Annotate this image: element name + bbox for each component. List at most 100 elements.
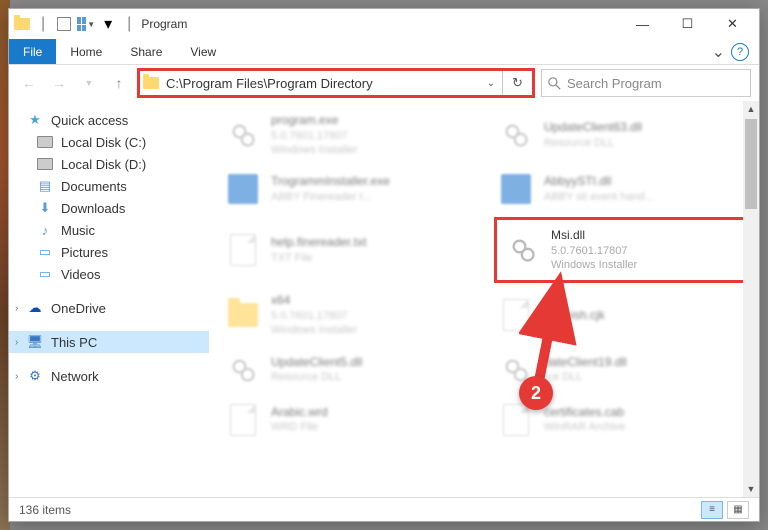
ribbon: File Home Share View ⌄ ? [9,39,759,65]
file-item[interactable]: Arabic.wrd WRD File [221,398,474,442]
forward-button[interactable]: → [47,71,71,95]
scroll-thumb[interactable] [745,119,757,209]
tab-file[interactable]: File [9,39,56,64]
address-dropdown-icon[interactable]: ⌄ [480,78,502,89]
pictures-icon: ▭ [37,244,53,260]
help-icon[interactable]: ? [731,43,749,61]
nav-quick-access[interactable]: ★ Quick access [9,109,209,131]
view-grid-icon[interactable]: ▼ [77,15,95,33]
file-name: Arabic.wrd [271,405,328,421]
tab-home[interactable]: Home [56,39,116,64]
nav-documents[interactable]: ▤Documents [9,175,209,197]
qa-dropdown-icon[interactable]: ▾ [99,15,117,33]
folder-icon [13,15,31,33]
file-subtitle: ABBY Finereader t... [271,190,390,204]
maximize-button[interactable]: ☐ [665,9,710,39]
file-subtitle: 5.0.7601.17807 [271,129,357,143]
refresh-button[interactable]: ↻ [502,71,532,95]
annotation-arrow-2 [519,271,579,391]
tab-share[interactable]: Share [116,39,176,64]
file-name: program.exe [271,113,357,129]
address-path[interactable]: C:\Program Files\Program Directory [162,76,480,91]
music-icon: ♪ [37,222,53,238]
file-subtitle: WRD File [271,420,328,434]
file-subtitle: 5.0.7601.17807 [271,309,357,323]
file-list[interactable]: program.exe 5.0.7601.17807 Windows Insta… [209,101,759,497]
doc-icon [225,402,261,438]
recent-dropdown[interactable]: ▼ [77,71,101,95]
file-item[interactable]: x64 5.0.7601.17807 Windows Installer [221,289,474,341]
file-item[interactable]: help.finereader.txt TXT File [221,217,474,283]
scroll-down-button[interactable]: ▼ [743,481,759,497]
disk-icon [37,156,53,172]
star-icon: ★ [27,112,43,128]
search-input[interactable]: Search Program [541,69,751,97]
file-name: TrogrammInstaller.exe [271,174,390,190]
back-button[interactable]: ← [17,71,41,95]
onedrive-icon: ☁ [27,300,43,316]
callout-badge-2: 2 [519,376,553,410]
nav-videos[interactable]: ▭Videos [9,263,209,285]
checkbox-icon[interactable] [55,15,73,33]
nav-row: ← → ▼ ↑ C:\Program Files\Program Directo… [9,65,759,101]
gear-icon [498,117,534,153]
tab-view[interactable]: View [176,39,230,64]
network-icon: ⚙ [27,368,43,384]
gear-icon [505,232,541,268]
file-name: help.finereader.txt [271,235,366,251]
file-name: Msi.dll [551,228,637,244]
file-name: certificates.cab [544,405,625,421]
chevron-right-icon: › [15,337,18,348]
item-count: 136 items [19,503,71,517]
file-name: AbbyySTI.dll [544,174,654,190]
nav-local-disk-c[interactable]: Local Disk (C:) [9,131,209,153]
file-subtitle: Windows Installer [271,143,357,157]
window-title: Program [141,17,187,31]
box-icon [498,171,534,207]
ribbon-expand-button[interactable]: ⌄ ? [702,39,759,64]
file-subtitle: Resource DLL [271,370,362,384]
file-subtitle: TXT File [271,251,366,265]
titlebar: | ▼ ▾ | Program — ☐ ✕ [9,9,759,39]
nav-this-pc[interactable]: ›🖥This PC [9,331,209,353]
file-name: UpdateClient63.dll [544,120,642,136]
up-button[interactable]: ↑ [107,71,131,95]
explorer-window: | ▼ ▾ | Program — ☐ ✕ File Home Share Vi… [8,8,760,522]
disk-icon [37,134,53,150]
minimize-button[interactable]: — [620,9,665,39]
downloads-icon: ⬇ [37,200,53,216]
nav-downloads[interactable]: ⬇Downloads [9,197,209,219]
address-bar[interactable]: C:\Program Files\Program Directory ⌄ ↻ [137,68,535,98]
file-subtitle: Windows Installer [271,323,357,337]
file-subtitle: Resource DLL [544,136,642,150]
scroll-up-button[interactable]: ▲ [743,101,759,117]
nav-network[interactable]: ›⚙Network [9,365,209,387]
doc-icon [225,232,261,268]
close-button[interactable]: ✕ [710,9,755,39]
scrollbar[interactable]: ▲ ▼ [743,101,759,497]
view-details-button[interactable]: ≡ [701,501,723,519]
nav-pictures[interactable]: ▭Pictures [9,241,209,263]
view-large-icons-button[interactable]: ▦ [727,501,749,519]
chevron-right-icon: › [15,371,18,382]
file-item[interactable]: UpdateClient5.dll Resource DLL [221,348,474,392]
nav-onedrive[interactable]: ›☁OneDrive [9,297,209,319]
annotation-arrow-1 [209,113,249,223]
nav-local-disk-d[interactable]: Local Disk (D:) [9,153,209,175]
file-subtitle: 5.0.7601.17807 [551,244,637,258]
file-item[interactable]: AbbyySTI.dll ABBY sti event hand... [494,167,747,211]
file-name: UpdateClient5.dll [271,355,362,371]
file-item[interactable]: TrogrammInstaller.exe ABBY Finereader t.… [221,167,474,211]
videos-icon: ▭ [37,266,53,282]
file-subtitle: WinRAR Archive [544,420,625,434]
search-icon [548,77,561,90]
folder-icon [225,297,261,333]
file-subtitle: ABBY sti event hand... [544,190,654,204]
gear-icon [225,352,261,388]
documents-icon: ▤ [37,178,53,194]
pc-icon: 🖥 [27,334,43,350]
file-item[interactable]: UpdateClient63.dll Resource DLL [494,109,747,161]
file-item[interactable]: program.exe 5.0.7601.17807 Windows Insta… [221,109,474,161]
nav-music[interactable]: ♪Music [9,219,209,241]
navigation-pane: ★ Quick access Local Disk (C:) Local Dis… [9,101,209,497]
